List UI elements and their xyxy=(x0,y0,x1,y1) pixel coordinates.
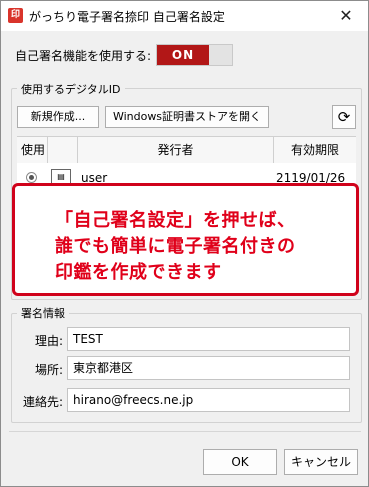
ok-button[interactable]: OK xyxy=(203,449,277,475)
id-table-header: 使用 発行者 有効期限 xyxy=(17,136,356,164)
promo-overlay: 「自己署名設定」を押せば、 誰でも簡単に電子署名付きの 印鑑を作成できます xyxy=(12,183,359,296)
refresh-icon: ⟳ xyxy=(337,108,351,126)
contact-field[interactable]: hirano@freecs.ne.jp xyxy=(67,388,350,412)
column-use: 使用 xyxy=(17,137,48,163)
reason-label: 理由: xyxy=(34,334,63,348)
use-radio[interactable] xyxy=(26,172,37,183)
digital-id-group-title: 使用するデジタルID xyxy=(17,81,125,97)
window-title: がっちり電子署名捺印 自己署名設定 xyxy=(29,10,225,24)
location-label: 場所: xyxy=(34,363,63,377)
cancel-button[interactable]: キャンセル xyxy=(284,449,358,475)
close-button[interactable]: ✕ xyxy=(324,1,368,31)
location-field[interactable]: 東京都港区 xyxy=(67,356,350,380)
footer-separator xyxy=(9,431,361,432)
overlay-line-2: 誰でも簡単に電子署名付きの xyxy=(55,236,296,257)
app-stamp-icon: 印 xyxy=(8,8,23,23)
title-bar: 印 がっちり電子署名捺印 自己署名設定 ✕ xyxy=(1,1,368,31)
overlay-line-1: 「自己署名設定」を押せば、 xyxy=(55,210,296,231)
open-cert-store-button[interactable]: Windows証明書ストアを開く xyxy=(105,106,269,128)
refresh-button[interactable]: ⟳ xyxy=(332,105,356,129)
self-sign-enable-label: 自己署名機能を使用する: xyxy=(15,49,152,63)
contact-label: 連絡先: xyxy=(22,395,63,409)
reason-field[interactable]: TEST xyxy=(67,327,350,351)
new-id-button[interactable]: 新規作成... xyxy=(17,106,99,128)
self-sign-toggle[interactable]: ON xyxy=(156,44,233,66)
dialog-window: 印 がっちり電子署名捺印 自己署名設定 ✕ 自己署名機能を使用する: ON 使用… xyxy=(0,0,369,487)
column-icon xyxy=(48,137,78,163)
toggle-on-label: ON xyxy=(157,45,209,65)
column-expiry: 有効期限 xyxy=(290,143,339,157)
column-issuer: 発行者 xyxy=(78,137,274,163)
overlay-line-3: 印鑑を作成できます xyxy=(55,262,222,283)
sign-info-group-title: 署名情報 xyxy=(17,305,69,321)
